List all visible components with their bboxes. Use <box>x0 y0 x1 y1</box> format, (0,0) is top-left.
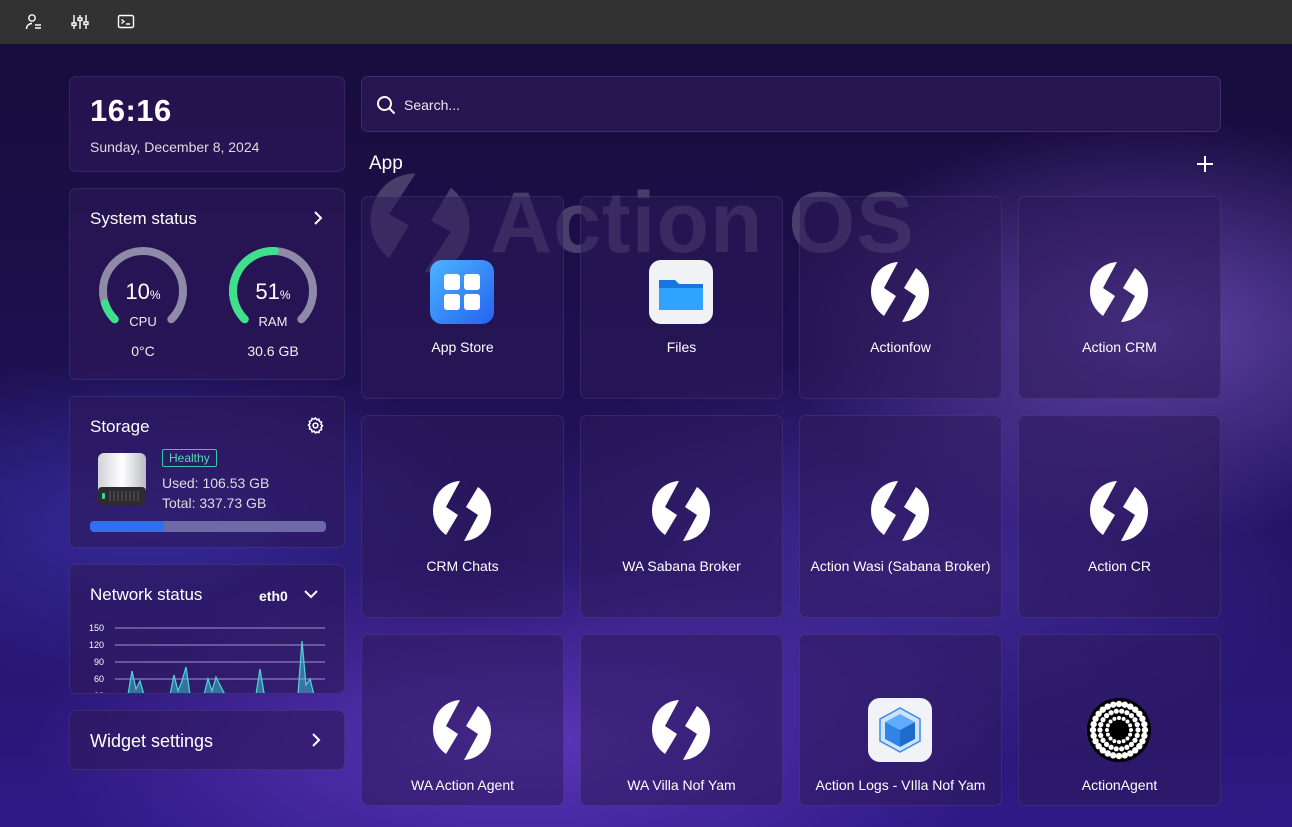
app-tile[interactable]: WA Villa Nof Yam <box>580 634 783 806</box>
app-label: App Store <box>431 339 494 355</box>
action-logo-icon <box>868 260 932 324</box>
app-tile[interactable]: Actionfow <box>799 196 1002 399</box>
app-label: CRM Chats <box>426 558 499 574</box>
app-label: Action Wasi (Sabana Broker) <box>810 558 991 574</box>
network-traffic-series <box>127 640 315 693</box>
storage-progress-fill <box>90 521 165 532</box>
user-settings-icon[interactable] <box>24 12 44 32</box>
action-logo-icon <box>649 698 713 762</box>
app-label: Files <box>666 339 697 355</box>
y-tick-label: 120 <box>89 640 104 650</box>
status-badge: Healthy <box>162 449 217 467</box>
app-label: WA Sabana Broker <box>622 558 741 574</box>
folder-icon <box>649 260 713 324</box>
action-logo-icon <box>430 479 494 543</box>
ram-label: RAM <box>258 314 288 329</box>
app-label: WA Action Agent <box>411 777 514 793</box>
clock-widget: 16:16 Sunday, December 8, 2024 <box>69 76 345 172</box>
app-label: Actionfow <box>870 339 931 355</box>
app-label: Action Logs - VIlla Nof Yam <box>815 777 986 793</box>
search-input[interactable] <box>402 93 1186 117</box>
app-tile[interactable]: App Store <box>361 196 564 399</box>
clock-time: 16:16 <box>90 93 172 128</box>
sliders-icon[interactable] <box>70 12 90 32</box>
storage-progress-bar <box>90 521 326 532</box>
network-chart: 150 120 90 60 30 <box>89 623 325 694</box>
action-logo-icon <box>1087 479 1151 543</box>
action-logo-icon <box>868 479 932 543</box>
app-tile[interactable]: CRM Chats <box>361 415 564 618</box>
system-status-widget: System status 10% CPU 0°C 51% RAM 30.6 G… <box>69 188 345 380</box>
action-logo-icon <box>649 479 713 543</box>
storage-widget: Storage Healthy Used: 106.53 GB Total: 3… <box>69 396 345 548</box>
network-status-widget: Network status eth0 150 120 90 60 30 <box>69 564 345 694</box>
app-label: ActionAgent <box>1081 777 1158 793</box>
search-bar[interactable] <box>361 76 1221 132</box>
ram-used: 30.6 GB <box>247 343 299 359</box>
app-tile[interactable]: Action Logs - VIlla Nof Yam <box>799 634 1002 806</box>
y-tick-label: 60 <box>94 674 104 684</box>
app-tile[interactable]: Action CRM <box>1018 196 1221 399</box>
app-tile[interactable]: Action CR <box>1018 415 1221 618</box>
network-interface-select[interactable]: eth0 <box>259 588 288 604</box>
app-tile[interactable]: WA Action Agent <box>361 634 564 806</box>
app-label: Action CRM <box>1082 339 1157 355</box>
chevron-right-icon <box>312 733 321 747</box>
app-tile[interactable]: WA Sabana Broker <box>580 415 783 618</box>
cpu-value: 10% <box>125 279 161 304</box>
app-tile[interactable]: Action Wasi (Sabana Broker) <box>799 415 1002 618</box>
app-section-title: App <box>369 153 403 174</box>
storage-title: Storage <box>90 417 150 436</box>
storage-used: Used: 106.53 GB <box>162 475 270 491</box>
storage-total: Total: 337.73 GB <box>162 495 267 511</box>
app-store-icon <box>430 260 494 324</box>
app-tile[interactable]: Files <box>580 196 783 399</box>
ram-gauge: 51% RAM 30.6 GB <box>227 245 319 375</box>
gear-icon[interactable] <box>306 416 325 435</box>
y-tick-label: 90 <box>94 657 104 667</box>
cube-icon <box>868 698 932 762</box>
action-logo-icon <box>1087 260 1151 324</box>
system-status-title: System status <box>90 209 197 228</box>
add-app-icon[interactable] <box>1195 154 1215 174</box>
cpu-gauge: 10% CPU 0°C <box>97 245 189 375</box>
app-label: Action CR <box>1087 558 1152 574</box>
cpu-label: CPU <box>129 314 157 329</box>
top-bar <box>0 0 1292 44</box>
dotted-ring-icon <box>1087 698 1151 762</box>
terminal-icon[interactable] <box>116 12 136 32</box>
y-tick-label: 150 <box>89 623 104 633</box>
chevron-down-icon[interactable] <box>302 585 320 603</box>
app-tile[interactable]: ActionAgent <box>1018 634 1221 806</box>
hard-drive-icon <box>98 453 146 505</box>
widget-settings-title: Widget settings <box>90 731 214 751</box>
y-tick-label: 30 <box>94 691 104 694</box>
chevron-right-icon[interactable] <box>309 209 327 227</box>
ram-value: 51% <box>255 279 291 304</box>
network-status-title: Network status <box>90 585 203 604</box>
search-icon <box>377 96 396 115</box>
widget-settings-button[interactable]: Widget settings <box>69 710 345 770</box>
cpu-temperature: 0°C <box>131 343 155 359</box>
clock-date: Sunday, December 8, 2024 <box>90 139 260 155</box>
action-logo-icon <box>430 698 494 762</box>
app-label: WA Villa Nof Yam <box>627 777 736 793</box>
